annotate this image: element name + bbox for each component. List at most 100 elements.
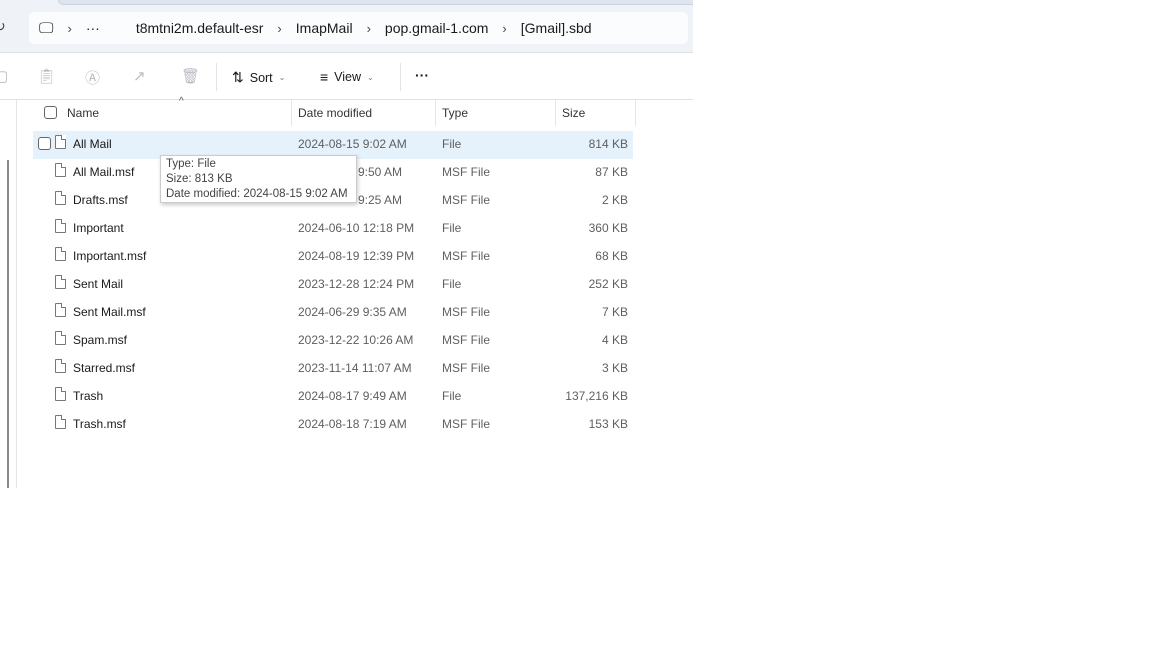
sort-icon: ⇅ <box>232 69 244 85</box>
sort-button[interactable]: ⇅ Sort ⌄ <box>232 69 285 86</box>
command-bar: ▢ 📋︎ Ⓐ ↗ 🗑︎ ⇅ Sort ⌄ ≡ View ⌄ ··· <box>0 54 693 100</box>
column-header-type[interactable]: Type <box>442 106 468 120</box>
tab-strip-edge <box>58 0 693 5</box>
file-size: 153 KB <box>588 417 628 431</box>
file-tooltip: Type: File Size: 813 KB Date modified: 2… <box>160 155 357 203</box>
sort-ascending-icon: ^ <box>179 96 184 107</box>
divider <box>400 63 401 91</box>
computer-icon[interactable]: 🖵 <box>39 20 53 37</box>
file-size: 68 KB <box>595 249 628 263</box>
column-divider[interactable] <box>635 100 636 126</box>
file-size: 4 KB <box>601 333 628 347</box>
file-type: MSF File <box>442 305 490 319</box>
file-type: MSF File <box>442 249 490 263</box>
file-type: File <box>442 221 462 235</box>
file-icon <box>55 247 66 261</box>
file-icon <box>55 275 66 289</box>
sort-label: Sort <box>249 70 273 85</box>
column-divider[interactable] <box>435 100 436 126</box>
column-header-size[interactable]: Size <box>562 106 585 120</box>
divider <box>216 63 217 91</box>
file-date: 2024-06-29 9:35 AM <box>298 305 407 319</box>
file-row[interactable]: Trash.msf 2024-08-18 7:19 AM MSF File 153 K… <box>33 411 633 439</box>
chevron-right-icon[interactable]: › <box>67 21 71 36</box>
file-row[interactable]: Sent Mail 2023-12-28 12:24 PM File 252 KB <box>33 271 633 299</box>
file-date: 2023-11-14 11:07 AM <box>298 361 412 375</box>
file-date: 2024-06-10 12:18 PM <box>298 221 415 235</box>
file-row[interactable]: Sent Mail.msf 2024-06-29 9:35 AM MSF File 7… <box>33 299 633 327</box>
file-name: Drafts.msf <box>73 193 128 207</box>
navigation-pane <box>0 100 17 488</box>
file-date: 9:50 AM <box>358 165 403 179</box>
file-name: Trash <box>73 389 104 403</box>
chevron-right-icon[interactable]: › <box>502 21 506 36</box>
file-icon <box>55 387 66 401</box>
file-name: Starred.msf <box>73 361 136 375</box>
breadcrumb-overflow[interactable]: ··· <box>86 20 100 36</box>
tooltip-date: Date modified: 2024-08-15 9:02 AM <box>166 188 348 200</box>
file-icon <box>55 303 66 317</box>
breadcrumb-item[interactable]: ImapMail <box>296 20 353 36</box>
file-name: Sent Mail.msf <box>73 305 146 319</box>
row-checkbox[interactable] <box>38 137 51 150</box>
breadcrumb-item[interactable]: pop.gmail-1.com <box>385 20 489 36</box>
chevron-right-icon[interactable]: › <box>367 21 371 36</box>
file-icon <box>55 191 66 205</box>
file-name: Spam.msf <box>73 333 128 347</box>
paste-icon[interactable]: 📋︎ <box>37 67 56 85</box>
file-type: MSF File <box>442 193 490 207</box>
file-type: MSF File <box>442 361 490 375</box>
file-date: 2024-08-18 7:19 AM <box>298 417 407 431</box>
file-size: 814 KB <box>588 137 628 151</box>
tooltip-size: Size: 813 KB <box>166 173 233 185</box>
file-size: 252 KB <box>588 277 628 291</box>
view-button[interactable]: ≡ View ⌄ <box>320 69 374 85</box>
file-type: MSF File <box>442 333 490 347</box>
file-row[interactable]: Starred.msf 2023-11-14 11:07 AM MSF File 3 … <box>33 355 633 383</box>
scrollbar[interactable] <box>7 160 9 488</box>
file-type: File <box>442 389 462 403</box>
chevron-down-icon: ⌄ <box>278 73 286 82</box>
file-row[interactable]: Important 2024-06-10 12:18 PM File 360 KB <box>33 215 633 243</box>
file-date: 2023-12-22 10:26 AM <box>298 333 414 347</box>
file-type: MSF File <box>442 417 490 431</box>
refresh-icon[interactable]: ↻ <box>0 18 6 35</box>
file-row[interactable]: Trash 2024-08-17 9:49 AM File 137,216 KB <box>33 383 633 411</box>
file-name: All Mail.msf <box>73 165 135 179</box>
column-header-name[interactable]: Name <box>67 106 99 120</box>
chevron-right-icon[interactable]: › <box>277 21 281 36</box>
rename-icon[interactable]: Ⓐ <box>85 67 100 88</box>
delete-icon[interactable]: 🗑︎ <box>181 67 200 85</box>
chevron-down-icon: ⌄ <box>367 72 374 82</box>
column-header-date[interactable]: Date modified <box>298 106 372 120</box>
file-row[interactable]: Spam.msf 2023-12-22 10:26 AM MSF File 4 KB <box>33 327 633 355</box>
breadcrumb-item[interactable]: t8mtni2m.default-esr <box>136 20 264 36</box>
file-size: 2 KB <box>601 193 628 207</box>
see-more-button[interactable]: ··· <box>415 67 429 83</box>
breadcrumb-item[interactable]: [Gmail].sbd <box>521 20 592 36</box>
tooltip-type: Type: File <box>166 158 216 170</box>
view-icon: ≡ <box>320 69 329 85</box>
file-type: File <box>442 137 462 151</box>
file-icon <box>55 415 66 429</box>
file-type: File <box>442 277 462 291</box>
file-size: 87 KB <box>595 165 628 179</box>
column-divider[interactable] <box>555 100 556 126</box>
cut-icon[interactable]: ▢ <box>0 67 8 85</box>
file-icon <box>55 135 66 149</box>
file-name: Important.msf <box>73 249 147 263</box>
file-explorer-window: ↻ 🖵 › ··· t8mtni2m.default-esr › ImapMai… <box>0 0 693 488</box>
column-divider[interactable] <box>291 100 292 126</box>
file-icon <box>55 331 66 345</box>
file-size: 137,216 KB <box>565 389 628 403</box>
select-all-checkbox[interactable] <box>44 106 57 119</box>
column-header-row: ^ Name Date modified Type Size <box>17 96 693 126</box>
address-bar[interactable]: 🖵 › ··· t8mtni2m.default-esr › ImapMail … <box>29 12 688 44</box>
file-row[interactable]: Important.msf 2024-08-19 12:39 PM MSF File… <box>33 243 633 271</box>
share-icon[interactable]: ↗ <box>133 67 146 85</box>
navigation-bar: ↻ 🖵 › ··· t8mtni2m.default-esr › ImapMai… <box>0 0 693 53</box>
file-icon <box>55 359 66 373</box>
file-date: 9:25 AM <box>358 193 403 207</box>
file-date: 2024-08-17 9:49 AM <box>298 389 407 403</box>
file-size: 3 KB <box>601 361 628 375</box>
